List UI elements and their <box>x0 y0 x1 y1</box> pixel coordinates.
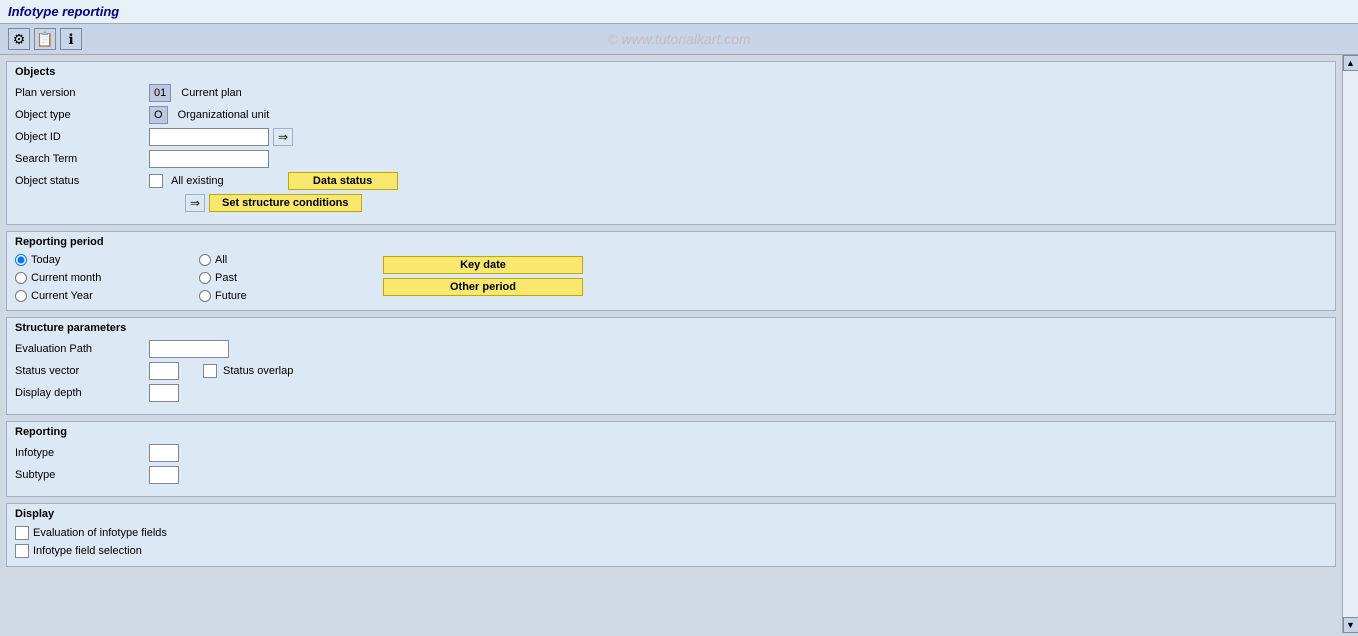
scrollbar-right[interactable]: ▲ ▼ <box>1342 55 1358 633</box>
object-id-label: Object ID <box>15 131 145 143</box>
infotype-field-sel-checkbox[interactable] <box>15 544 29 558</box>
radio-past-row[interactable]: Past <box>199 272 379 284</box>
subtype-input[interactable] <box>149 466 179 484</box>
plan-version-row: Plan version 01 Current plan <box>15 84 1327 102</box>
rp-col-buttons: Key date Other period <box>383 254 583 296</box>
radio-future-row[interactable]: Future <box>199 290 379 302</box>
subtype-label: Subtype <box>15 469 145 481</box>
toolbar-btn-1[interactable]: ⚙ <box>8 28 30 50</box>
radio-current-year-label: Current Year <box>31 290 93 302</box>
display-section: Display Evaluation of infotype fields In… <box>6 503 1336 567</box>
radio-current-year-row[interactable]: Current Year <box>15 290 195 302</box>
object-status-label: Object status <box>15 175 145 187</box>
display-section-title: Display <box>15 508 1327 520</box>
set-structure-row: ⇒ Set structure conditions <box>185 194 1327 212</box>
radio-future[interactable] <box>199 290 211 302</box>
structure-parameters-section: Structure parameters Evaluation Path Sta… <box>6 317 1336 415</box>
display-depth-input[interactable] <box>149 384 179 402</box>
search-term-label: Search Term <box>15 153 145 165</box>
radio-today-row[interactable]: Today <box>15 254 195 266</box>
set-structure-button[interactable]: Set structure conditions <box>209 194 362 212</box>
set-structure-arrow[interactable]: ⇒ <box>185 194 205 212</box>
radio-current-year[interactable] <box>15 290 27 302</box>
page-title: Infotype reporting <box>8 4 119 19</box>
evaluation-path-label: Evaluation Path <box>15 343 145 355</box>
object-type-text: Organizational unit <box>178 109 270 121</box>
eval-infotype-label: Evaluation of infotype fields <box>33 527 167 539</box>
subtype-row: Subtype <box>15 466 1327 484</box>
status-overlap-checkbox[interactable] <box>203 364 217 378</box>
status-vector-input[interactable] <box>149 362 179 380</box>
object-type-label: Object type <box>15 109 145 121</box>
radio-current-month[interactable] <box>15 272 27 284</box>
infotype-field-sel-row: Infotype field selection <box>15 544 1327 558</box>
object-id-input[interactable] <box>149 128 269 146</box>
radio-past-label: Past <box>215 272 237 284</box>
toolbar-btn-2[interactable]: 📋 <box>34 28 56 50</box>
radio-current-month-label: Current month <box>31 272 101 284</box>
object-id-row: Object ID ⇒ <box>15 128 1327 146</box>
object-id-arrow-btn[interactable]: ⇒ <box>273 128 293 146</box>
search-term-row: Search Term <box>15 150 1327 168</box>
data-status-button[interactable]: Data status <box>288 172 398 190</box>
title-bar: Infotype reporting <box>0 0 1358 24</box>
reporting-period-title: Reporting period <box>15 236 1327 248</box>
structure-params-title: Structure parameters <box>15 322 1327 334</box>
infotype-input[interactable] <box>149 444 179 462</box>
plan-version-label: Plan version <box>15 87 145 99</box>
scroll-down-arrow[interactable]: ▼ <box>1343 617 1358 633</box>
eval-infotype-row: Evaluation of infotype fields <box>15 526 1327 540</box>
evaluation-path-input[interactable] <box>149 340 229 358</box>
radio-all[interactable] <box>199 254 211 266</box>
plan-version-badge: 01 <box>149 84 171 102</box>
watermark: © www.tutorialkart.com <box>607 31 750 47</box>
reporting-period-grid: Today Current month Current Year All <box>15 254 1327 302</box>
reporting-section: Reporting Infotype Subtype <box>6 421 1336 497</box>
radio-today-label: Today <box>31 254 60 266</box>
radio-today[interactable] <box>15 254 27 266</box>
radio-all-label: All <box>215 254 227 266</box>
object-status-row: Object status All existing Data status <box>15 172 1327 190</box>
object-type-row: Object type O Organizational unit <box>15 106 1327 124</box>
plan-version-text: Current plan <box>181 87 242 99</box>
status-overlap-label: Status overlap <box>223 365 293 377</box>
radio-past[interactable] <box>199 272 211 284</box>
rp-col-left: Today Current month Current Year <box>15 254 195 302</box>
reporting-section-title: Reporting <box>15 426 1327 438</box>
object-status-checkbox[interactable] <box>149 174 163 188</box>
status-vector-row: Status vector Status overlap <box>15 362 1327 380</box>
scroll-track <box>1343 71 1358 617</box>
infotype-row: Infotype <box>15 444 1327 462</box>
key-date-button[interactable]: Key date <box>383 256 583 274</box>
object-type-badge: O <box>149 106 168 124</box>
status-vector-label: Status vector <box>15 365 145 377</box>
toolbar-btn-3[interactable]: ℹ <box>60 28 82 50</box>
infotype-field-sel-label: Infotype field selection <box>33 545 142 557</box>
rp-col-middle: All Past Future <box>199 254 379 302</box>
objects-section-title: Objects <box>15 66 1327 78</box>
objects-section: Objects Plan version 01 Current plan Obj… <box>6 61 1336 225</box>
eval-infotype-checkbox[interactable] <box>15 526 29 540</box>
other-period-button[interactable]: Other period <box>383 278 583 296</box>
toolbar: ⚙ 📋 ℹ © www.tutorialkart.com <box>0 24 1358 55</box>
infotype-label: Infotype <box>15 447 145 459</box>
radio-current-month-row[interactable]: Current month <box>15 272 195 284</box>
display-depth-row: Display depth <box>15 384 1327 402</box>
radio-all-row[interactable]: All <box>199 254 379 266</box>
object-status-text: All existing <box>171 175 224 187</box>
display-depth-label: Display depth <box>15 387 145 399</box>
search-term-input[interactable] <box>149 150 269 168</box>
form-area: Objects Plan version 01 Current plan Obj… <box>0 55 1342 633</box>
radio-future-label: Future <box>215 290 247 302</box>
reporting-period-section: Reporting period Today Current month Cur… <box>6 231 1336 311</box>
evaluation-path-row: Evaluation Path <box>15 340 1327 358</box>
scroll-up-arrow[interactable]: ▲ <box>1343 55 1358 71</box>
